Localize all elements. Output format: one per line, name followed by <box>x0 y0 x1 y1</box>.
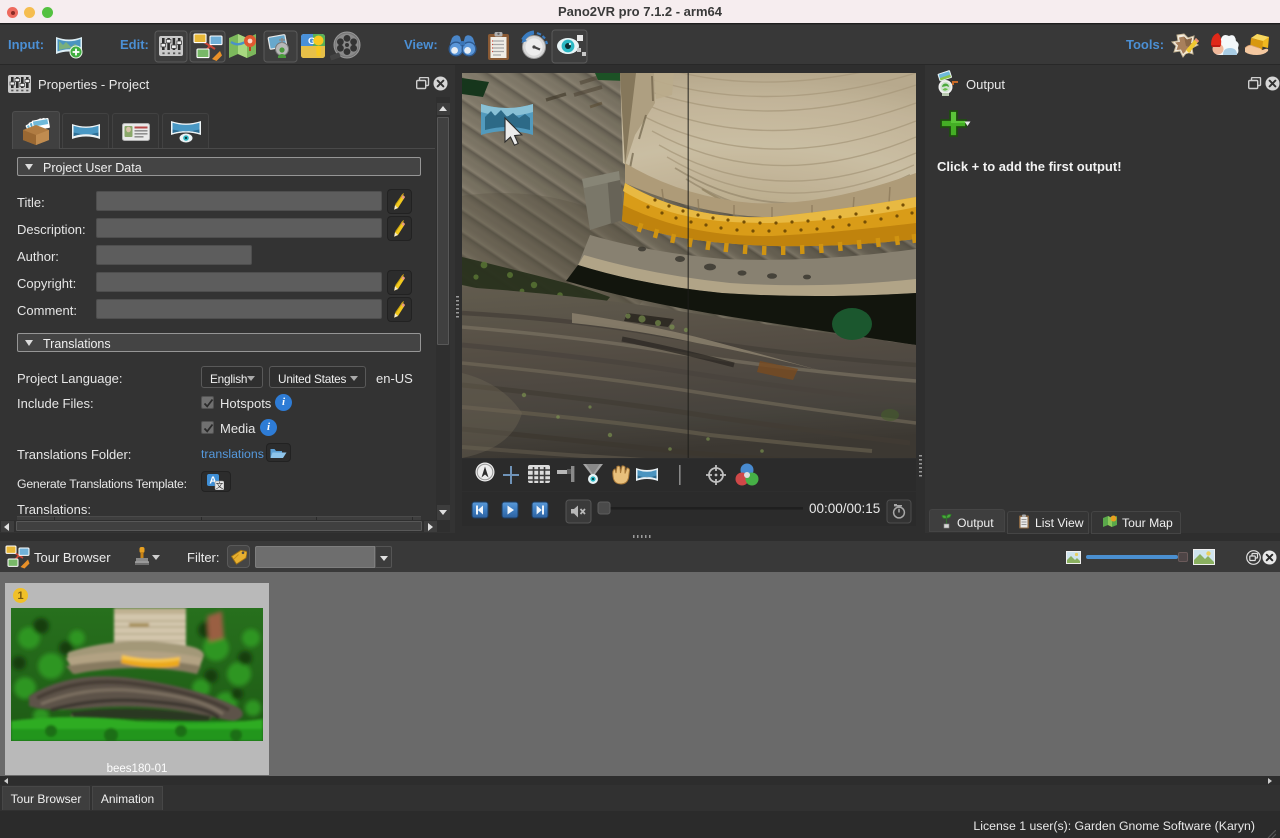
svg-text:00:00/00:15: 00:00/00:15 <box>809 501 880 516</box>
svg-text:文: 文 <box>216 480 224 490</box>
